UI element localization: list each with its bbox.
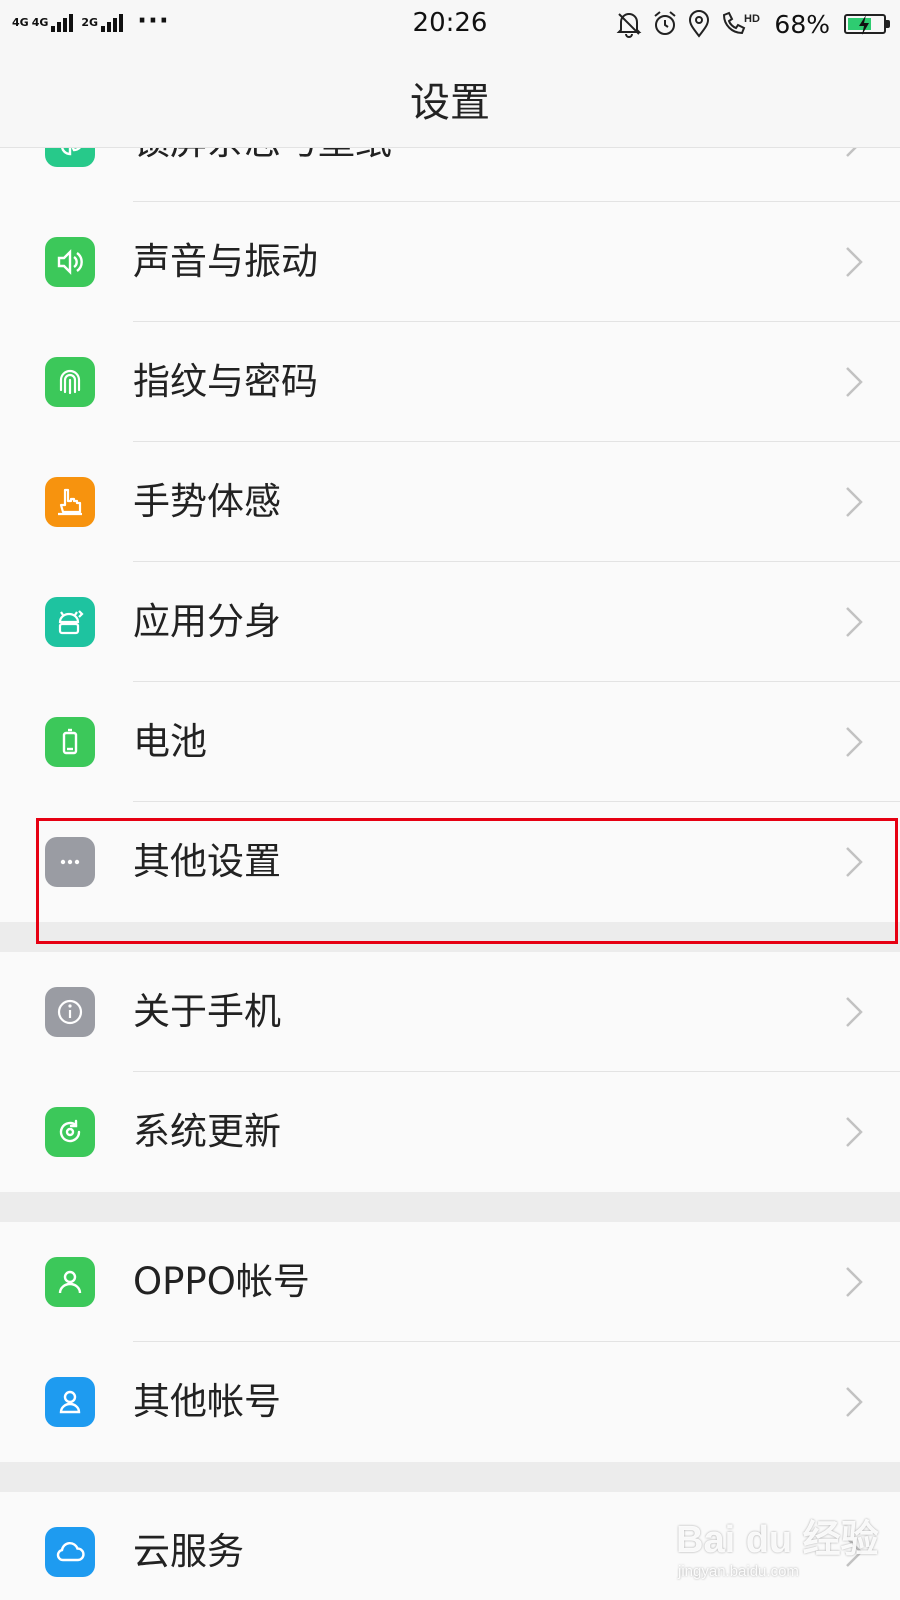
android-clone-icon <box>45 597 95 647</box>
settings-group: OPPO帐号 其他帐号 <box>0 1222 900 1462</box>
watermark-logo: Bai du 经验 <box>676 1519 879 1561</box>
group-separator <box>0 922 900 952</box>
settings-list[interactable]: 锁屏杂志与壁纸 声音与振动 指纹与密码 <box>0 148 900 1600</box>
alarm-icon <box>654 11 677 35</box>
setting-label: 电池 <box>133 720 207 763</box>
battery-icon <box>844 14 890 35</box>
setting-lockscreen-wallpaper[interactable]: 锁屏杂志与壁纸 <box>0 148 900 202</box>
setting-system-update[interactable]: 系统更新 <box>0 1072 900 1192</box>
user-icon <box>45 1257 95 1307</box>
setting-label: 指纹与密码 <box>133 360 318 403</box>
volte-call-icon: HD <box>723 11 760 35</box>
watermark: Bai du 经验 jingyan.baidu.com <box>676 1508 886 1598</box>
settings-group: 关于手机 系统更新 <box>0 952 900 1192</box>
status-bar: 4G 4G 2G ··· 20:26 HD 68% <box>0 0 900 48</box>
chevron-right-icon <box>846 247 863 277</box>
title-bar: 设置 <box>0 48 900 148</box>
status-icons: HD 68% <box>616 6 890 42</box>
setting-about-phone[interactable]: 关于手机 <box>0 952 900 1072</box>
setting-label: 其他设置 <box>133 840 281 883</box>
chevron-right-icon <box>846 1117 863 1147</box>
setting-battery[interactable]: 电池 <box>0 682 900 802</box>
update-icon <box>45 1107 95 1157</box>
setting-fingerprint-password[interactable]: 指纹与密码 <box>0 322 900 442</box>
setting-label: 应用分身 <box>133 600 281 643</box>
chevron-right-icon <box>846 367 863 397</box>
setting-label: 手势体感 <box>133 480 281 523</box>
chevron-right-icon <box>846 148 857 157</box>
more-dots-icon <box>45 837 95 887</box>
settings-group: 锁屏杂志与壁纸 声音与振动 指纹与密码 <box>0 148 900 922</box>
setting-app-clone[interactable]: 应用分身 <box>0 562 900 682</box>
setting-label: 云服务 <box>133 1530 244 1573</box>
setting-label: 系统更新 <box>133 1110 281 1153</box>
setting-label: 锁屏杂志与壁纸 <box>133 148 392 202</box>
account-icon <box>45 1377 95 1427</box>
chevron-right-icon <box>846 997 863 1027</box>
setting-gestures[interactable]: 手势体感 <box>0 442 900 562</box>
pinwheel-icon <box>45 148 95 167</box>
setting-oppo-account[interactable]: OPPO帐号 <box>0 1222 900 1342</box>
group-separator <box>0 1192 900 1222</box>
setting-other-accounts[interactable]: 其他帐号 <box>0 1342 900 1462</box>
page-title: 设置 <box>410 80 490 126</box>
watermark-url: jingyan.baidu.com <box>678 1563 799 1580</box>
location-icon <box>689 10 710 38</box>
setting-label: 关于手机 <box>133 990 281 1033</box>
settings-list-content: 锁屏杂志与壁纸 声音与振动 指纹与密码 <box>0 148 900 1600</box>
bell-off-icon <box>617 13 642 38</box>
svg-text:HD: HD <box>744 13 760 25</box>
chevron-right-icon <box>846 487 863 517</box>
setting-label: 其他帐号 <box>133 1380 281 1423</box>
cloud-icon <box>45 1527 95 1577</box>
battery-icon <box>45 717 95 767</box>
setting-label: OPPO帐号 <box>133 1260 310 1303</box>
chevron-right-icon <box>846 607 863 637</box>
setting-other-settings[interactable]: 其他设置 <box>0 802 900 922</box>
chevron-right-icon <box>846 847 863 877</box>
info-icon <box>45 987 95 1037</box>
setting-sound-vibration[interactable]: 声音与振动 <box>0 202 900 322</box>
group-separator <box>0 1462 900 1492</box>
speaker-icon <box>45 237 95 287</box>
chevron-right-icon <box>846 727 863 757</box>
chevron-right-icon <box>846 1387 863 1417</box>
hand-gesture-icon <box>45 477 95 527</box>
fingerprint-icon <box>45 357 95 407</box>
setting-label: 声音与振动 <box>133 240 318 283</box>
battery-percent: 68% <box>774 9 830 39</box>
chevron-right-icon <box>846 1267 863 1297</box>
charging-bolt-icon <box>859 15 869 35</box>
